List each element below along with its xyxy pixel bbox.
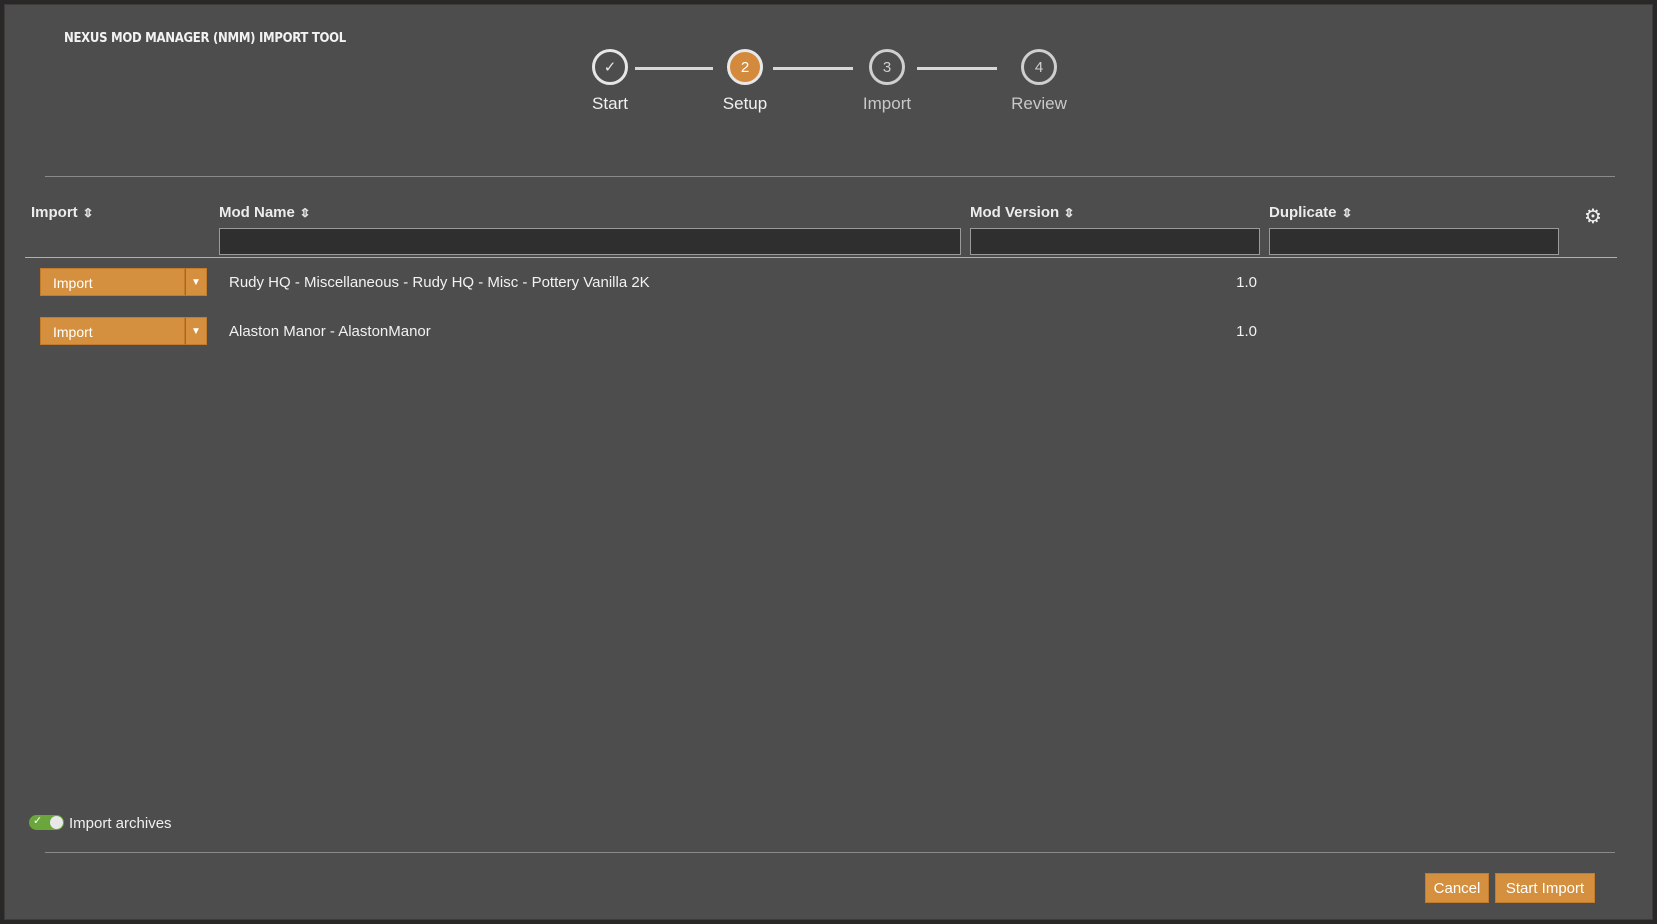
table-row: Import ▼ Rudy HQ - Miscellaneous - Rudy …	[5, 268, 1652, 298]
import-archives-toggle[interactable]: ✓	[29, 815, 64, 830]
divider	[45, 176, 1615, 177]
step-label: Import	[862, 94, 912, 113]
start-import-button[interactable]: Start Import	[1495, 873, 1595, 903]
column-label: Mod Version	[970, 204, 1060, 221]
mod-version-cell: 1.0	[1236, 323, 1257, 340]
mod-version-cell: 1.0	[1236, 274, 1257, 291]
check-icon: ✓	[33, 815, 43, 827]
table-row: Import ▼ Alaston Manor - AlastonManor 1.…	[5, 317, 1652, 347]
step-review: 4 Review	[979, 49, 1099, 114]
mod-name-cell: Alaston Manor - AlastonManor	[229, 323, 431, 340]
step-number: 2	[727, 49, 763, 85]
dialog-title: NEXUS MOD MANAGER (NMM) IMPORT TOOL	[64, 31, 346, 46]
sort-icon: ⇕	[1063, 205, 1076, 220]
column-header-duplicate[interactable]: Duplicate ⇕	[1269, 204, 1353, 221]
column-header-import[interactable]: Import ⇕	[31, 204, 94, 221]
header-divider	[25, 257, 1617, 258]
step-number: 4	[1021, 49, 1057, 85]
mod-name-cell: Rudy HQ - Miscellaneous - Rudy HQ - Misc…	[229, 274, 650, 291]
duplicate-filter-input[interactable]	[1269, 228, 1559, 255]
cancel-button[interactable]: Cancel	[1425, 873, 1489, 903]
import-archives-label: Import archives	[69, 815, 172, 832]
chevron-down-icon[interactable]: ▼	[185, 317, 207, 345]
step-import: 3 Import	[827, 49, 947, 114]
step-label: Start	[592, 94, 628, 113]
step-label: Setup	[722, 94, 768, 113]
step-number: 3	[869, 49, 905, 85]
sort-icon: ⇕	[1340, 205, 1353, 220]
chevron-down-icon[interactable]: ▼	[185, 268, 207, 296]
column-header-mod-version[interactable]: Mod Version ⇕	[970, 204, 1076, 221]
step-start: ✓ Start	[550, 49, 670, 114]
step-label: Review	[1011, 94, 1067, 113]
toggle-knob	[50, 816, 63, 829]
import-action-button[interactable]: Import	[40, 268, 185, 296]
footer-divider	[45, 852, 1615, 853]
column-label: Mod Name	[219, 204, 295, 221]
sort-icon: ⇕	[298, 205, 311, 220]
sort-icon: ⇕	[81, 205, 94, 220]
gear-icon[interactable]: ⚙	[1583, 207, 1603, 227]
step-setup: 2 Setup	[685, 49, 805, 114]
import-dialog: NEXUS MOD MANAGER (NMM) IMPORT TOOL ✓ St…	[4, 4, 1653, 920]
column-header-mod-name[interactable]: Mod Name ⇕	[219, 204, 311, 221]
import-action-button[interactable]: Import	[40, 317, 185, 345]
check-icon: ✓	[592, 49, 628, 85]
column-label: Import	[31, 204, 78, 221]
mod-name-filter-input[interactable]	[219, 228, 961, 255]
column-label: Duplicate	[1269, 204, 1337, 221]
mod-version-filter-input[interactable]	[970, 228, 1260, 255]
